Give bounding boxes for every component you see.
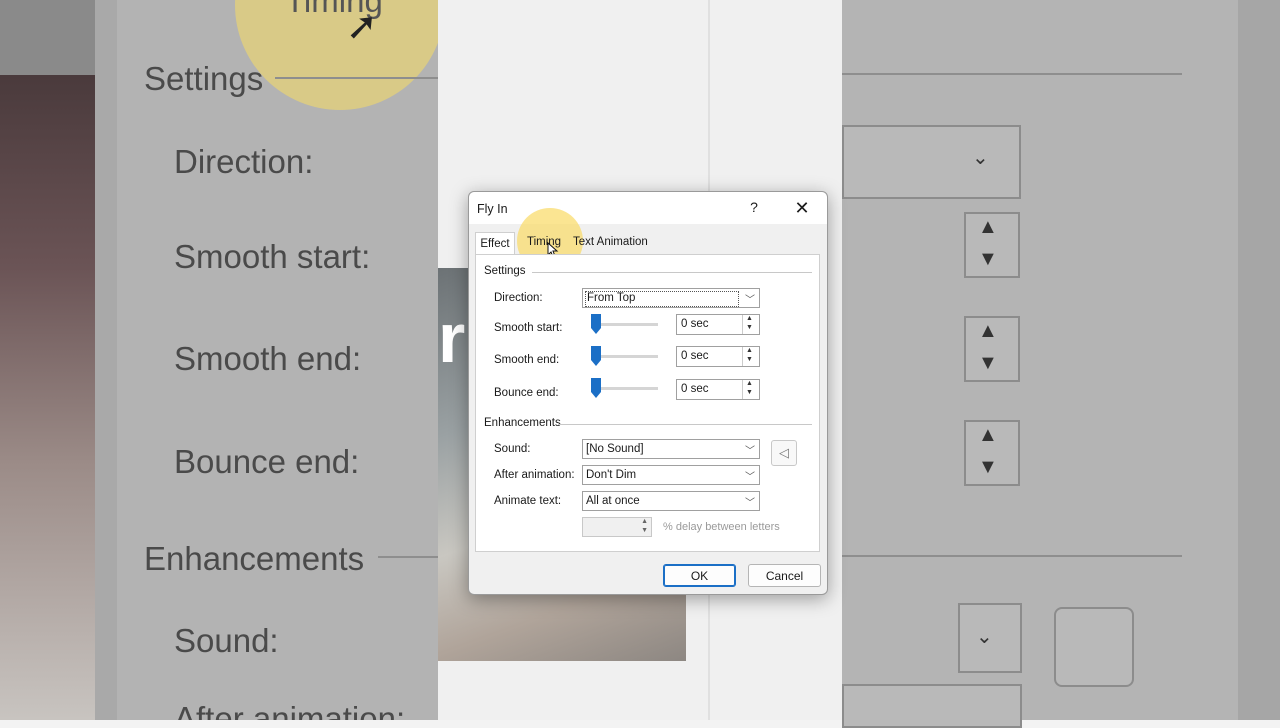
dialog-title: Fly In (477, 202, 508, 216)
tab-effect[interactable]: Effect (475, 232, 515, 255)
delay-input[interactable]: ▲ ▼ (582, 517, 652, 537)
bg-text-after-animation: After animation: (174, 700, 406, 720)
spin-up-icon: ▲ (641, 518, 648, 525)
bg-down-icon: ▼ (978, 456, 998, 478)
spin-down-icon[interactable]: ▼ (746, 389, 753, 396)
spin-down-icon[interactable]: ▼ (746, 324, 753, 331)
bg-divider (842, 555, 1182, 557)
direction-dropdown[interactable]: From Top ﹀ (582, 288, 760, 308)
bg-down-icon: ▼ (978, 352, 998, 374)
enhancements-header: Enhancements (484, 417, 561, 429)
dialog-titlebar: Fly In ? ✕ (469, 192, 827, 224)
spin-up-icon[interactable]: ▲ (746, 315, 753, 322)
direction-value: From Top (585, 291, 739, 307)
bg-text-smooth-end: Smooth end: (174, 340, 362, 377)
bg-up-icon: ▲ (978, 424, 998, 446)
ok-button[interactable]: OK (663, 564, 736, 587)
bounce-end-label: Bounce end: (494, 387, 559, 399)
background-photo (0, 75, 95, 720)
bg-text-settings: Settings (144, 60, 264, 97)
bg-up-icon: ▲ (978, 216, 998, 238)
spin-up-icon[interactable]: ▲ (746, 380, 753, 387)
smooth-start-slider[interactable] (591, 314, 601, 334)
settings-header: Settings (484, 265, 526, 277)
fly-in-dialog: Fly In ? ✕ Effect Timing Text Animation … (468, 191, 828, 595)
direction-label: Direction: (494, 292, 543, 304)
close-button[interactable]: ✕ (791, 198, 813, 218)
sound-label: Sound: (494, 443, 531, 455)
bg-text-sound: Sound: (174, 622, 279, 659)
bg-sound-button (1054, 607, 1134, 687)
background-right-zoom: ⌄ ▲ ▼ ▲ ▼ ▲ ▼ ⌄ (842, 0, 1280, 728)
tab-text-animation[interactable]: Text Animation (573, 236, 648, 248)
settings-divider (532, 272, 812, 273)
bg-text-direction: Direction: (174, 143, 314, 180)
bg-divider (275, 77, 438, 79)
bounce-end-input[interactable]: 0 sec ▲ ▼ (676, 379, 760, 400)
chevron-down-icon: ﹀ (745, 446, 755, 457)
smooth-start-label: Smooth start: (494, 322, 563, 334)
chevron-down-icon: ﹀ (745, 472, 755, 483)
bounce-end-slider[interactable] (591, 378, 601, 398)
smooth-end-slider[interactable] (591, 346, 601, 366)
help-button[interactable]: ? (747, 199, 761, 217)
enhancements-divider (558, 424, 812, 425)
bg-dropdown (842, 125, 1021, 199)
bg-divider (842, 73, 1182, 75)
bg-text-smooth-start: Smooth start: (174, 238, 371, 275)
background-left-zoom: Timing Settings Direction: Smooth start:… (0, 0, 438, 720)
bg-chevron-icon: ⌄ (976, 626, 993, 648)
delay-label: % delay between letters (663, 521, 780, 533)
bg-text-bounce-end: Bounce end: (174, 443, 360, 480)
speaker-icon[interactable]: ◁ (771, 440, 797, 466)
bg-divider (378, 556, 438, 558)
animate-text-dropdown[interactable]: All at once ﹀ (582, 491, 760, 511)
bounce-end-track (592, 387, 658, 390)
bg-chevron-icon: ⌄ (972, 147, 989, 169)
animate-text-label: Animate text: (494, 495, 562, 507)
cancel-button[interactable]: Cancel (748, 564, 821, 587)
bg-cursor-icon: ➚ (346, 6, 378, 48)
smooth-end-input[interactable]: 0 sec ▲ ▼ (676, 346, 760, 367)
bg-text-enhancements: Enhancements (144, 540, 365, 577)
spin-down-icon: ▼ (641, 527, 648, 534)
smooth-end-label: Smooth end: (494, 354, 560, 366)
smooth-start-input[interactable]: 0 sec ▲ ▼ (676, 314, 760, 335)
after-animation-label: After animation: (494, 469, 575, 481)
smooth-start-track (592, 323, 658, 326)
bg-dropdown (842, 684, 1022, 728)
sound-dropdown[interactable]: [No Sound] ﹀ (582, 439, 760, 459)
spin-up-icon[interactable]: ▲ (746, 347, 753, 354)
smooth-end-track (592, 355, 658, 358)
after-animation-dropdown[interactable]: Don't Dim ﹀ (582, 465, 760, 485)
chevron-down-icon: ﹀ (745, 295, 755, 306)
chevron-down-icon: ﹀ (745, 498, 755, 509)
bg-up-icon: ▲ (978, 320, 998, 342)
bg-down-icon: ▼ (978, 248, 998, 270)
effect-panel: Settings Direction: From Top ﹀ Smooth st… (475, 254, 820, 552)
spin-down-icon[interactable]: ▼ (746, 356, 753, 363)
